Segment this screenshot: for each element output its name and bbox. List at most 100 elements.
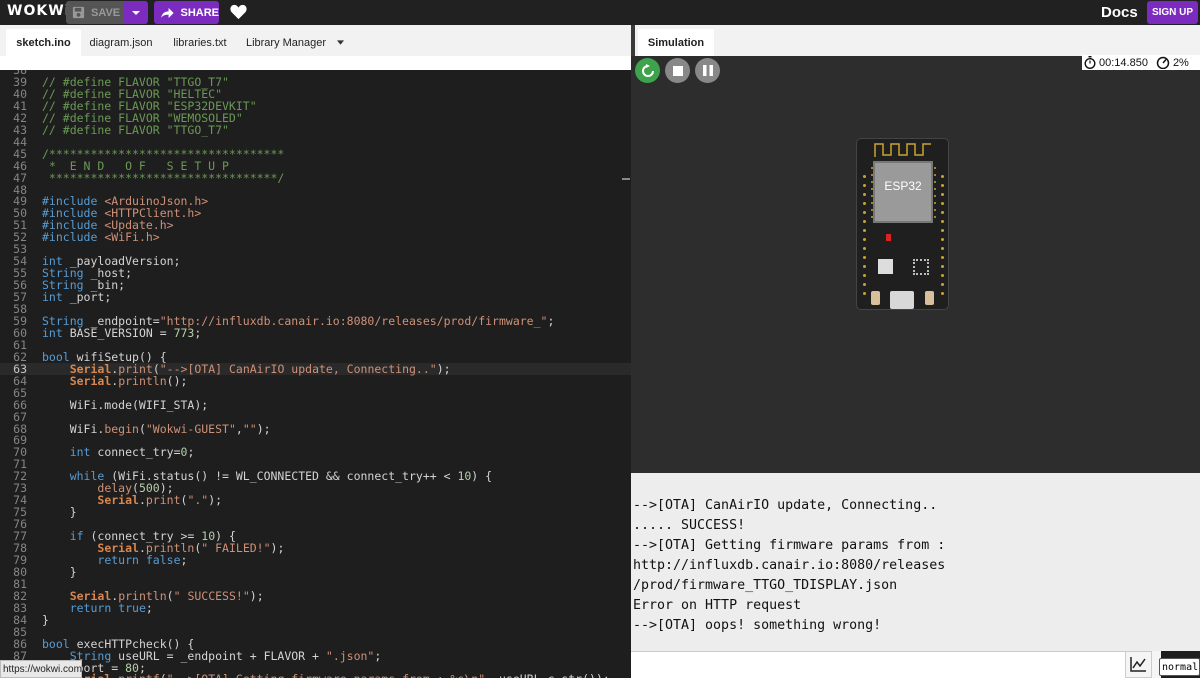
line-number: 44 (13, 134, 27, 149)
header-pin[interactable] (863, 193, 866, 196)
header-pin[interactable] (863, 229, 866, 232)
header-pin[interactable] (863, 256, 866, 259)
serial-output-line: ..... SUCCESS! (633, 518, 746, 533)
header-pin[interactable] (863, 292, 866, 295)
tab-library-manager[interactable]: Library Manager (242, 29, 330, 56)
code-line[interactable]: 75 } (0, 506, 631, 518)
code-line[interactable]: 64 Serial.println(); (0, 375, 631, 387)
code-text: Serial.println(); (69, 373, 188, 388)
header-pin[interactable] (863, 265, 866, 268)
chip-pad (871, 195, 873, 197)
header-pin[interactable] (863, 220, 866, 223)
save-dropdown-button[interactable] (124, 1, 148, 24)
header-pin[interactable] (941, 202, 944, 205)
line-number: 85 (13, 624, 27, 639)
pause-simulation-button[interactable] (695, 58, 720, 83)
chip-pad (934, 195, 936, 197)
header-pin[interactable] (863, 283, 866, 286)
code-line[interactable]: 85 (0, 626, 631, 638)
header-pin[interactable] (941, 184, 944, 187)
header-pin[interactable] (863, 175, 866, 178)
line-number: 84 (13, 612, 27, 627)
code-text: #include <WiFi.h> (42, 230, 160, 245)
heart-icon[interactable] (230, 4, 247, 20)
serial-mode-select[interactable]: normal (1159, 658, 1200, 676)
code-line[interactable]: 87 String useURL = _endpoint + FLAVOR + … (0, 650, 631, 662)
header-pin[interactable] (941, 265, 944, 268)
share-icon (161, 7, 174, 18)
tab-simulation[interactable]: Simulation (638, 29, 714, 56)
header-pin[interactable] (941, 220, 944, 223)
code-line[interactable]: 84} (0, 614, 631, 626)
code-line[interactable]: 79 return false; (0, 554, 631, 566)
code-line[interactable]: 65 (0, 387, 631, 399)
line-number: 66 (13, 397, 27, 412)
pause-icon (702, 65, 713, 76)
header-pin[interactable] (863, 211, 866, 214)
header-pin[interactable] (941, 274, 944, 277)
code-line[interactable]: 52 #include <WiFi.h> (0, 231, 631, 243)
signup-button[interactable]: SIGN UP (1147, 1, 1198, 24)
simulation-speed: 2% (1172, 56, 1189, 69)
boot-button[interactable] (871, 291, 880, 305)
tabs-menu-chevron-icon[interactable] (333, 29, 347, 56)
share-label: SHARE (180, 6, 219, 19)
line-number: 45 (13, 146, 27, 161)
line-number: 67 (13, 409, 27, 424)
tab-sketch-ino[interactable]: sketch.ino (6, 29, 81, 56)
code-line[interactable]: 57 int _port; (0, 291, 631, 303)
serial-output-line: -->[OTA] oops! something wrong! (633, 618, 882, 633)
code-editor[interactable]: 38 39// #define FLAVOR "TTGO_T7" 40// #def… (0, 70, 631, 678)
code-line[interactable]: 68 WiFi.begin("Wokwi-GUEST",""); (0, 423, 631, 435)
code-line[interactable]: 67 (0, 411, 631, 423)
header-pin[interactable] (863, 274, 866, 277)
code-line[interactable]: 66 WiFi.mode(WIFI_STA); (0, 399, 631, 411)
stop-icon (672, 65, 683, 76)
code-line[interactable]: 83 return true; (0, 602, 631, 614)
serial-monitor: -->[OTA] CanAirIO update, Connecting....… (631, 473, 1200, 651)
header-pin[interactable] (863, 247, 866, 250)
code-line[interactable]: 47 *********************************/ (0, 172, 631, 184)
reset-button[interactable] (925, 291, 934, 305)
chip-pad (934, 216, 936, 218)
code-line[interactable]: 60 int BASE_VERSION = 773; (0, 327, 631, 339)
line-number: 86 (13, 636, 27, 651)
esp32-devkit-board[interactable]: ESP32 (856, 138, 949, 310)
line-number: 47 (13, 170, 27, 185)
header-pin[interactable] (863, 238, 866, 241)
code-line[interactable]: 80 } (0, 566, 631, 578)
restart-simulation-button[interactable] (635, 58, 660, 83)
tab-diagram-json[interactable]: diagram.json (84, 29, 158, 56)
chip-pad (934, 167, 936, 169)
chip-pad (871, 181, 873, 183)
header-pin[interactable] (941, 238, 944, 241)
code-line[interactable]: 43 // #define FLAVOR "TTGO_T7" (0, 124, 631, 136)
serial-input-field[interactable] (631, 651, 1125, 678)
header-pin[interactable] (941, 193, 944, 196)
wokwi-logo[interactable]: WOKWi (7, 3, 70, 19)
share-button[interactable]: SHARE (154, 1, 219, 24)
code-line[interactable]: 70 int connect_try=0; (0, 446, 631, 458)
header-pin[interactable] (863, 202, 866, 205)
code-text: } (42, 564, 77, 579)
code-line[interactable]: 89 Serial.printf("-->[OTA] Getting firmw… (0, 673, 631, 678)
header-pin[interactable] (941, 256, 944, 259)
header-pin[interactable] (941, 283, 944, 286)
editor-scroll-marker[interactable] (622, 178, 630, 180)
editor-toolbar-gap (0, 56, 631, 70)
docs-link[interactable]: Docs (1101, 4, 1138, 21)
header-pin[interactable] (941, 247, 944, 250)
header-pin[interactable] (941, 292, 944, 295)
plotter-button[interactable] (1125, 651, 1152, 678)
code-line[interactable]: 74 Serial.print("."); (0, 494, 631, 506)
stop-simulation-button[interactable] (665, 58, 690, 83)
header-pin[interactable] (941, 175, 944, 178)
tab-libraries-txt[interactable]: libraries.txt (166, 29, 234, 56)
header-pin[interactable] (941, 211, 944, 214)
save-button[interactable]: SAVE (66, 1, 124, 24)
header-pin[interactable] (863, 184, 866, 187)
simulation-tab-bar (635, 25, 1200, 56)
chip-pad (934, 174, 936, 176)
code-text: String useURL = _endpoint + FLAVOR + ".j… (69, 648, 382, 663)
header-pin[interactable] (941, 229, 944, 232)
